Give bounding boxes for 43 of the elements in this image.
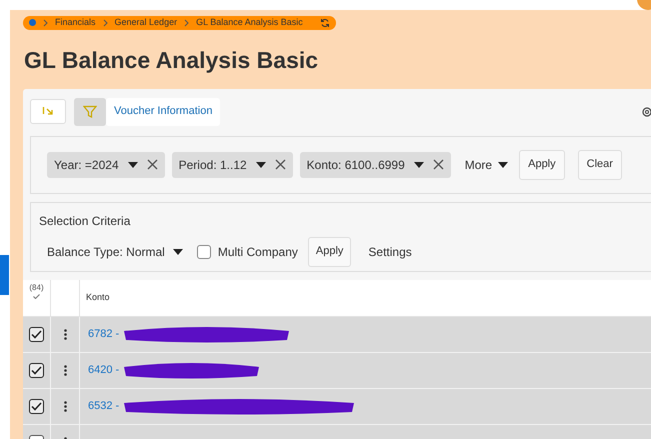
- apply-button[interactable]: Apply: [519, 150, 565, 180]
- section-heading: Selection Criteria: [39, 212, 132, 230]
- filter-chip[interactable]: Year: =2024: [47, 152, 165, 178]
- filter-chip-label: Year: =2024: [54, 156, 119, 174]
- caret-icon: [172, 248, 183, 254]
- caret-icon: [414, 162, 424, 168]
- multi-company-checkbox[interactable]: [196, 244, 211, 258]
- chevron-right-icon: [102, 18, 108, 27]
- close-icon[interactable]: [432, 159, 444, 170]
- apply-button[interactable]: Apply: [308, 236, 352, 266]
- checkbox-label: Multi Company: [218, 244, 298, 260]
- breadcrumb-link[interactable]: General Ledger: [114, 16, 178, 30]
- chevron-right-icon: [184, 18, 190, 27]
- page-title: GL Balance Analysis Basic: [24, 46, 320, 74]
- balance-type-dropdown[interactable]: Balance Type: Normal: [47, 242, 183, 260]
- filter-icon: [83, 104, 97, 118]
- settings-link[interactable]: Settings: [368, 242, 412, 260]
- close-icon[interactable]: [146, 159, 158, 170]
- voucher-information-link[interactable]: Voucher Information: [106, 98, 220, 126]
- more-vertical-icon[interactable]: [64, 364, 66, 376]
- chevron-right-icon: [43, 18, 48, 27]
- check-icon[interactable]: [33, 294, 40, 298]
- filter-chip[interactable]: Konto: 6100..6999: [300, 152, 451, 178]
- filter-chip-label: Period: 1..12: [178, 156, 247, 174]
- more-button[interactable]: More: [464, 156, 508, 174]
- caret-icon: [498, 162, 508, 168]
- column-header[interactable]: Konto: [86, 290, 110, 304]
- breadcrumb-link[interactable]: GL Balance Analysis Basic: [196, 16, 303, 30]
- filter-chip-label: Konto: 6100..6999: [306, 156, 405, 174]
- row-count: (84): [29, 282, 44, 294]
- insert-icon: [42, 106, 54, 116]
- breadcrumb-link[interactable]: Financials: [55, 16, 96, 30]
- checkbox[interactable]: [29, 326, 44, 342]
- more-vertical-icon[interactable]: [64, 400, 66, 412]
- close-icon[interactable]: [274, 159, 286, 170]
- checkbox[interactable]: [29, 398, 44, 414]
- more-vertical-icon[interactable]: [64, 328, 66, 340]
- refresh-icon[interactable]: [320, 18, 330, 28]
- caret-icon: [128, 162, 138, 168]
- caret-icon: [256, 162, 266, 168]
- checkbox[interactable]: [29, 362, 44, 378]
- filter-chip[interactable]: Period: 1..12: [172, 152, 293, 178]
- clear-button[interactable]: Clear: [578, 150, 622, 180]
